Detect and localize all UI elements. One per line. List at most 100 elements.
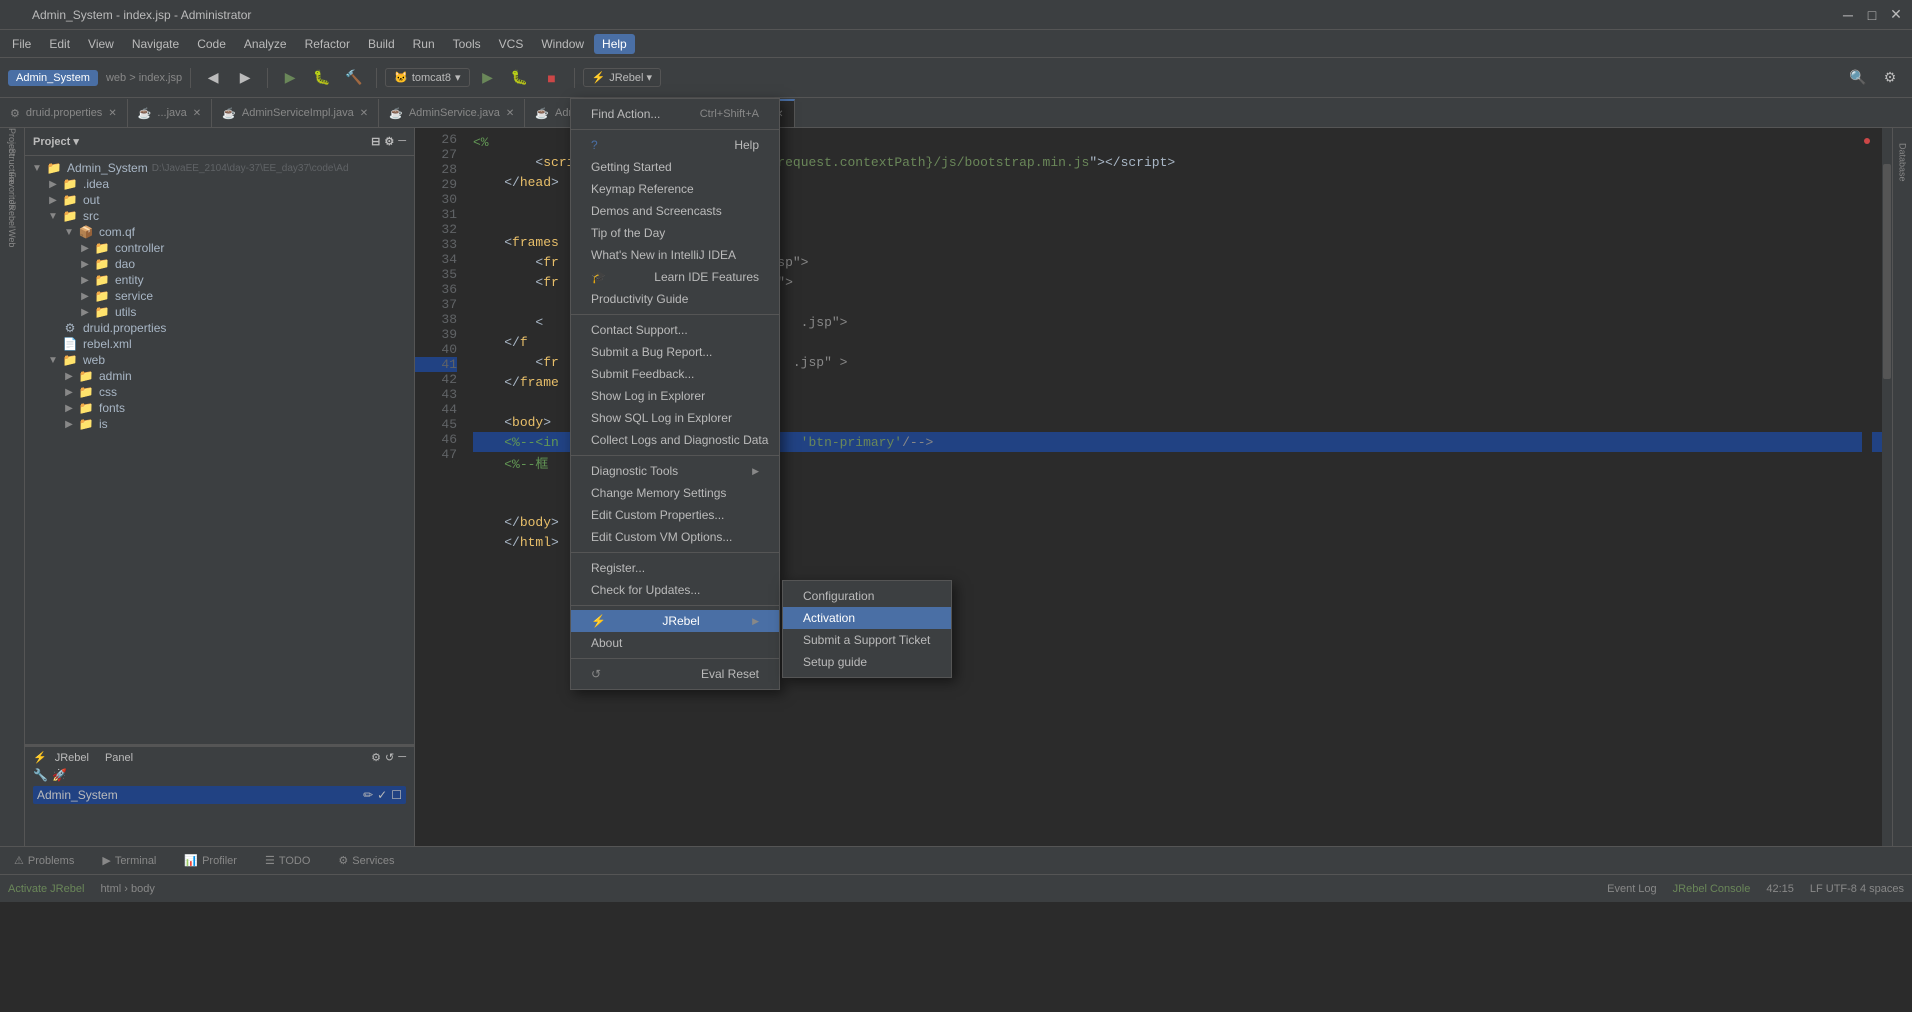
jrebel-tool2[interactable]: 🚀 bbox=[52, 768, 67, 782]
jrebel-project-name: Admin_System bbox=[37, 788, 118, 802]
panel-settings[interactable]: ⚙ bbox=[384, 135, 394, 148]
search-everywhere-btn[interactable]: 🔍 bbox=[1844, 64, 1872, 92]
run-config-btn[interactable]: ▶ bbox=[474, 64, 502, 92]
left-sidebar-icons: Project Structure Favorites JRebel Web bbox=[0, 128, 25, 846]
tree-rebel[interactable]: ▶ 📄 rebel.xml bbox=[25, 336, 414, 352]
tree-out-label: out bbox=[83, 193, 100, 207]
menu-tools[interactable]: Tools bbox=[445, 34, 489, 54]
close-button[interactable]: ✕ bbox=[1888, 7, 1904, 23]
tab-indexjsp[interactable]: 📄 index.jsp ✕ bbox=[696, 99, 795, 127]
event-log[interactable]: Event Log bbox=[1607, 883, 1657, 895]
tree-comqf[interactable]: ▼ 📦 com.qf bbox=[25, 224, 414, 240]
menu-analyze[interactable]: Analyze bbox=[236, 34, 295, 54]
left-icon-web[interactable]: Web bbox=[2, 228, 22, 248]
menu-navigate[interactable]: Navigate bbox=[124, 34, 187, 54]
menu-edit[interactable]: Edit bbox=[41, 34, 78, 54]
project-label: Admin_System bbox=[8, 70, 98, 86]
jrebel-console[interactable]: JRebel Console bbox=[1673, 883, 1751, 895]
bottom-tab-services[interactable]: ⚙ Services bbox=[332, 852, 400, 869]
menu-file[interactable]: File bbox=[4, 34, 39, 54]
menu-code[interactable]: Code bbox=[189, 34, 234, 54]
tree-root[interactable]: ▼ 📁 Admin_System D:\JavaEE_2104\day-37\E… bbox=[25, 160, 414, 176]
jrebel-item-toggle[interactable]: ☐ bbox=[391, 788, 402, 802]
tree-entity[interactable]: ▶ 📁 entity bbox=[25, 272, 414, 288]
tree-css[interactable]: ▶ 📁 css bbox=[25, 384, 414, 400]
code-line-34 bbox=[473, 292, 1884, 312]
bottom-tab-problems[interactable]: ⚠ Problems bbox=[8, 852, 80, 869]
tab-java1[interactable]: ☕ ...java ✕ bbox=[128, 99, 212, 127]
tree-is[interactable]: ▶ 📁 is bbox=[25, 416, 414, 432]
jrebel-panel-subtitle: Panel bbox=[105, 752, 133, 764]
tree-fonts[interactable]: ▶ 📁 fonts bbox=[25, 400, 414, 416]
jrebel-item-edit[interactable]: ✏ bbox=[363, 788, 373, 802]
toolbar-sep1 bbox=[190, 68, 191, 88]
tree-css-label: css bbox=[99, 385, 117, 399]
code-line-41: <%--<in 'btn-primary' /--> bbox=[473, 432, 1884, 452]
jrebel-project-item[interactable]: Admin_System ✏ ✓ ☐ bbox=[33, 786, 406, 804]
tree-idea[interactable]: ▶ 📁 .idea bbox=[25, 176, 414, 192]
bottom-tab-profiler[interactable]: 📊 Profiler bbox=[178, 852, 243, 869]
tree-dao-label: dao bbox=[115, 257, 135, 271]
tree-utils[interactable]: ▶ 📁 utils bbox=[25, 304, 414, 320]
toolbar-back[interactable]: ◀ bbox=[199, 64, 227, 92]
menu-bar: File Edit View Navigate Code Analyze Ref… bbox=[0, 30, 1912, 58]
left-icon-jrebel[interactable]: JRebel bbox=[2, 204, 22, 224]
tree-druid[interactable]: ▶ ⚙ druid.properties bbox=[25, 320, 414, 336]
tab-adminloginservlet[interactable]: ☕ AdminLoginServlet.java ✕ bbox=[525, 99, 696, 127]
jrebel-refresh-btn[interactable]: ↺ bbox=[385, 751, 394, 764]
tab-icon4: ☕ bbox=[389, 107, 403, 120]
tab-close-druid[interactable]: ✕ bbox=[108, 108, 116, 119]
code-line-37: <fr .jsp" > bbox=[473, 352, 1884, 372]
tab-adminserviceimpl[interactable]: ☕ AdminServiceImpl.java ✕ bbox=[212, 99, 379, 127]
tree-admin[interactable]: ▶ 📁 admin bbox=[25, 368, 414, 384]
tab-close-adminservice[interactable]: ✕ bbox=[506, 108, 514, 119]
tab-close-java1[interactable]: ✕ bbox=[193, 108, 201, 119]
menu-view[interactable]: View bbox=[80, 34, 122, 54]
tab-druid-properties[interactable]: ⚙ druid.properties ✕ bbox=[0, 99, 128, 127]
tree-web[interactable]: ▼ 📁 web bbox=[25, 352, 414, 368]
scrollbar-track[interactable] bbox=[1882, 128, 1892, 846]
jrebel-minimize-btn[interactable]: ─ bbox=[398, 751, 406, 764]
toolbar-sep4 bbox=[574, 68, 575, 88]
menu-refactor[interactable]: Refactor bbox=[297, 34, 358, 54]
toolbar-forward[interactable]: ▶ bbox=[231, 64, 259, 92]
toolbar-build[interactable]: 🔨 bbox=[340, 64, 368, 92]
right-icon-database[interactable]: Database bbox=[1893, 132, 1912, 192]
activate-jrebel[interactable]: Activate JRebel bbox=[8, 883, 84, 895]
jrebel-btn[interactable]: ⚡ JRebel ▾ bbox=[583, 68, 662, 87]
editor-area[interactable]: 2627282930 3132333435 3637383940 4142434… bbox=[415, 128, 1892, 846]
debug-config-btn[interactable]: 🐛 bbox=[506, 64, 534, 92]
maximize-button[interactable]: □ bbox=[1864, 7, 1880, 23]
menu-vcs[interactable]: VCS bbox=[491, 34, 532, 54]
tab-adminservice[interactable]: ☕ AdminService.java ✕ bbox=[379, 99, 525, 127]
bottom-tab-terminal[interactable]: ▶ Terminal bbox=[96, 852, 162, 869]
jrebel-settings-btn[interactable]: ⚙ bbox=[371, 751, 381, 764]
code-line-42: <%--框 bbox=[473, 452, 1884, 472]
tab-close-adminserviceimpl[interactable]: ✕ bbox=[360, 108, 368, 119]
tree-out[interactable]: ▶ 📁 out bbox=[25, 192, 414, 208]
menu-help[interactable]: Help bbox=[594, 34, 635, 54]
panel-minimize[interactable]: ─ bbox=[398, 135, 406, 148]
menu-run[interactable]: Run bbox=[405, 34, 443, 54]
tree-controller[interactable]: ▶ 📁 controller bbox=[25, 240, 414, 256]
toolbar-run[interactable]: ▶ bbox=[276, 64, 304, 92]
scrollbar-thumb[interactable] bbox=[1883, 164, 1891, 379]
left-icon-favorites[interactable]: Favorites bbox=[2, 180, 22, 200]
menu-window[interactable]: Window bbox=[533, 34, 592, 54]
bottom-tab-todo[interactable]: ☰ TODO bbox=[259, 852, 316, 869]
tab-close-adminloginservlet[interactable]: ✕ bbox=[677, 108, 685, 119]
menu-build[interactable]: Build bbox=[360, 34, 403, 54]
tab-close-indexjsp[interactable]: ✕ bbox=[775, 109, 783, 120]
jrebel-tool1[interactable]: 🔧 bbox=[33, 768, 48, 782]
tomcat-selector[interactable]: 🐱 tomcat8 ▾ bbox=[385, 68, 469, 87]
jrebel-panel: ⚡ JRebel Panel ⚙ ↺ ─ 🔧 🚀 Admin_System ✏ … bbox=[25, 746, 414, 846]
tree-src[interactable]: ▼ 📁 src bbox=[25, 208, 414, 224]
stop-btn[interactable]: ■ bbox=[538, 64, 566, 92]
panel-collapse-all[interactable]: ⊟ bbox=[371, 135, 380, 148]
tree-service[interactable]: ▶ 📁 service bbox=[25, 288, 414, 304]
settings-btn[interactable]: ⚙ bbox=[1876, 64, 1904, 92]
tree-dao[interactable]: ▶ 📁 dao bbox=[25, 256, 414, 272]
toolbar-debug[interactable]: 🐛 bbox=[308, 64, 336, 92]
jrebel-item-check[interactable]: ✓ bbox=[377, 788, 387, 802]
minimize-button[interactable]: ─ bbox=[1840, 7, 1856, 23]
